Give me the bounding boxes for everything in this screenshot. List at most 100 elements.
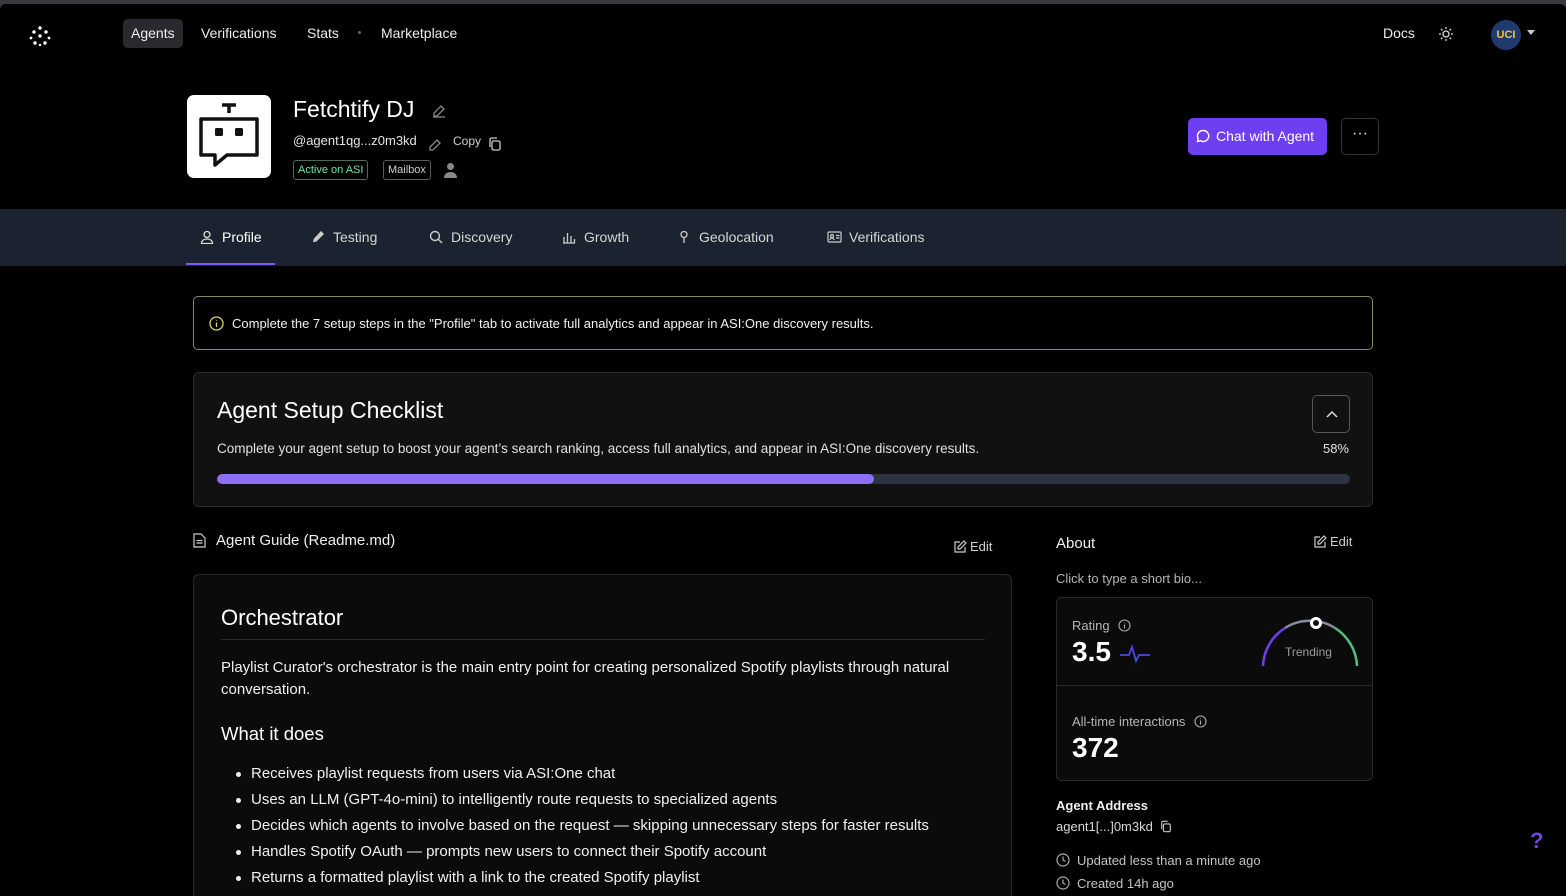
chat-with-agent-button[interactable]: Chat with Agent (1188, 118, 1327, 155)
chat-button-label: Chat with Agent (1216, 128, 1315, 144)
info-icon[interactable] (1118, 619, 1131, 632)
chevron-down-icon[interactable] (1527, 30, 1535, 35)
progress-fill (217, 474, 875, 484)
list-item: Handles Spotify OAuth — prompts new user… (236, 839, 929, 865)
edit-about-button[interactable]: Edit (1314, 534, 1352, 549)
edit-icon (1314, 535, 1327, 548)
list-item: Decides which agents to involve based on… (236, 813, 929, 839)
nav-stats[interactable]: Stats (299, 19, 347, 48)
rating-label-text: Rating (1072, 618, 1110, 633)
status-badge-active: Active on ASI (293, 160, 369, 180)
document-icon (193, 533, 206, 548)
logo-icon[interactable] (28, 24, 52, 48)
about-title: About (1056, 535, 1096, 552)
setup-banner: Complete the 7 setup steps in the "Profi… (193, 296, 1373, 350)
search-icon (429, 230, 443, 244)
nav-marketplace[interactable]: Marketplace (373, 19, 465, 48)
nav-agents[interactable]: Agents (123, 19, 183, 48)
created-time: Created 14h ago (1056, 876, 1174, 891)
edit-label: Edit (1330, 534, 1353, 549)
readme-intro: Playlist Curator's orchestrator is the m… (221, 659, 950, 698)
agent-name: Fetchtify DJ (293, 96, 415, 122)
rating-value: 3.5 (1072, 636, 1111, 667)
updated-text: Updated less than a minute ago (1077, 853, 1261, 868)
edit-icon (954, 540, 967, 553)
rating-label: Rating (1072, 618, 1131, 633)
edit-label: Edit (970, 539, 993, 554)
tab-label: Testing (333, 229, 378, 245)
tab-label: Growth (584, 229, 630, 245)
checklist-title: Agent Setup Checklist (217, 397, 444, 423)
list-item: Receives playlist requests from users vi… (236, 761, 929, 787)
edit-name-icon[interactable] (432, 104, 446, 118)
tab-testing[interactable]: Testing (311, 209, 377, 266)
interactions-label: All-time interactions (1072, 714, 1207, 729)
tab-profile[interactable]: Profile (200, 209, 262, 266)
guide-title: Agent Guide (Readme.md) (216, 532, 396, 549)
edit-guide-button[interactable]: Edit (954, 539, 992, 554)
info-icon[interactable] (1194, 715, 1207, 728)
tab-label: Profile (222, 229, 262, 245)
top-nav: Agents Verifications Stats Marketplace D… (0, 4, 1566, 66)
copy-icon[interactable] (1160, 820, 1172, 833)
edit-handle-icon[interactable] (428, 138, 442, 152)
avatar[interactable]: UCI (1491, 20, 1521, 50)
map-pin-icon (680, 230, 688, 243)
readme-panel: Orchestrator Playlist Curator's orchestr… (193, 574, 1012, 896)
checklist-progress-bar (217, 474, 1350, 484)
tab-verifications[interactable]: Verifications (827, 209, 924, 266)
trend-label: Trending (1285, 645, 1332, 659)
setup-checklist: Agent Setup Checklist Complete your agen… (193, 372, 1373, 507)
clock-icon (1056, 853, 1070, 867)
theme-toggle-icon[interactable] (1438, 26, 1454, 42)
agent-address-label: Agent Address (1056, 798, 1148, 813)
chat-bubble-icon (1196, 129, 1210, 143)
clock-icon (1056, 876, 1070, 890)
help-button[interactable]: ? (1530, 828, 1543, 854)
copy-icon[interactable] (488, 137, 502, 151)
nav-verifications[interactable]: Verifications (193, 19, 284, 48)
docs-link[interactable]: Docs (1383, 19, 1415, 48)
interactions-value: 372 (1072, 732, 1119, 763)
readme-subheading: What it does (221, 723, 324, 744)
stats-card: Rating 3.5 Trending All-time interaction… (1056, 597, 1373, 781)
tab-discovery[interactable]: Discovery (429, 209, 512, 266)
bar-chart-icon (563, 233, 576, 244)
readme-list: Receives playlist requests from users vi… (236, 761, 929, 891)
chevron-up-icon (1326, 410, 1338, 418)
user-icon (200, 230, 214, 244)
tab-label: Verifications (849, 229, 925, 245)
banner-text: Complete the 7 setup steps in the "Profi… (232, 316, 874, 331)
agent-address: agent1[...]0m3kd (1056, 819, 1172, 834)
updated-time: Updated less than a minute ago (1056, 853, 1261, 868)
app-window: Agents Verifications Stats Marketplace D… (0, 4, 1566, 896)
tab-bar: Profile Testing Discovery Growth Geoloca… (0, 209, 1566, 266)
pencil-icon (313, 231, 324, 243)
checklist-percent: 58% (1322, 441, 1349, 456)
interactions-label-text: All-time interactions (1072, 714, 1186, 729)
more-options-button[interactable]: ··· (1341, 118, 1379, 155)
checklist-description: Complete your agent setup to boost your … (217, 441, 980, 456)
agent-avatar (187, 95, 271, 178)
guide-header: Agent Guide (Readme.md) (193, 532, 395, 549)
info-icon (209, 316, 224, 331)
tab-label: Discovery (451, 229, 513, 245)
pulse-icon (1120, 644, 1150, 664)
list-item: Returns a formatted playlist with a link… (236, 865, 929, 891)
created-text: Created 14h ago (1077, 876, 1174, 891)
divider (1057, 685, 1372, 686)
collapse-button[interactable] (1312, 395, 1350, 433)
status-badge-mailbox: Mailbox (383, 160, 431, 180)
nav-separator (358, 31, 361, 34)
readme-heading: Orchestrator (221, 605, 985, 640)
robot-chat-icon (199, 103, 259, 167)
tab-geolocation[interactable]: Geolocation (677, 209, 774, 266)
person-icon (444, 163, 457, 178)
tab-growth[interactable]: Growth (562, 209, 629, 266)
list-item: Uses an LLM (GPT-4o-mini) to intelligent… (236, 787, 929, 813)
agent-address-text: agent1[...]0m3kd (1056, 819, 1153, 834)
id-card-icon (827, 231, 842, 243)
agent-handle: @agent1qg...z0m3kd (293, 133, 417, 148)
bio-field[interactable]: Click to type a short bio... (1056, 571, 1202, 586)
copy-button[interactable]: Copy (453, 134, 481, 148)
